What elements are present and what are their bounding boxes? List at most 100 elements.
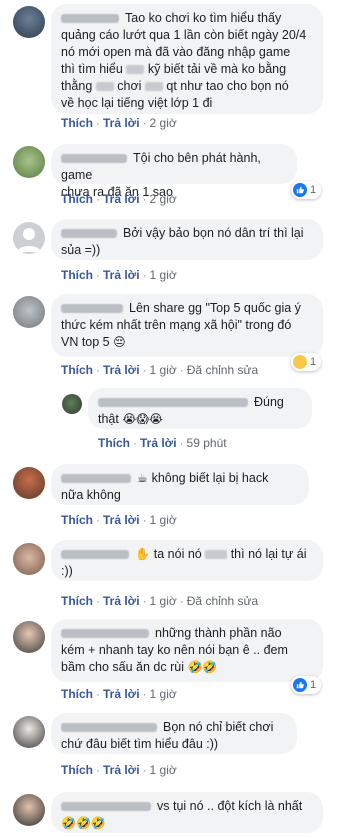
avatar[interactable] bbox=[13, 621, 45, 653]
comment-bubble: Tội cho bên phát hành, game chưa ra đã ă… bbox=[51, 144, 297, 199]
comment-text: quảng cáo lướt qua 1 lần còn biết ngày 2… bbox=[61, 28, 307, 42]
reply-link[interactable]: Trả lời bbox=[103, 687, 140, 701]
author-name[interactable] bbox=[61, 550, 129, 560]
comment-bubble: Bọn nó chỉ biết chơi chứ đâu biết tìm hi… bbox=[51, 713, 297, 754]
reply-link[interactable]: Trả lời bbox=[103, 763, 140, 777]
comment-text: qt như tao cho bọn nó bbox=[166, 79, 289, 93]
like-reaction-icon bbox=[293, 183, 307, 197]
comment-text: những thành phần não bbox=[155, 626, 282, 640]
comment-actions: Thích · Trả lời · 1 giờ bbox=[61, 513, 177, 527]
comment-text: sủa =)) bbox=[61, 243, 101, 257]
reaction-count: 1 bbox=[310, 356, 317, 368]
reply-link[interactable]: Trả lời bbox=[103, 363, 140, 377]
like-link[interactable]: Thích bbox=[61, 116, 93, 130]
comment-text: thức kém nhất trên mạng xã hội" trong đó bbox=[61, 318, 292, 332]
timestamp[interactable]: 1 giờ bbox=[150, 594, 177, 608]
comment-text: thật bbox=[98, 412, 119, 426]
comment-text: thằng bbox=[61, 79, 93, 93]
avatar[interactable] bbox=[13, 543, 45, 575]
comment-text: chơi bbox=[117, 79, 142, 93]
comment-text: Bọn nó chỉ biết chơi bbox=[163, 720, 274, 734]
like-link[interactable]: Thích bbox=[61, 687, 93, 701]
comment-bubble: ☕ không biết lại bị hack nữa không bbox=[51, 464, 309, 505]
reaction-count: 1 bbox=[310, 679, 317, 691]
avatar[interactable] bbox=[13, 716, 45, 748]
avatar[interactable] bbox=[13, 296, 45, 328]
comment-text: ta nói nó bbox=[153, 547, 202, 561]
avatar[interactable] bbox=[13, 6, 45, 38]
comment-actions: Thích · Trả lời · 2 giờ bbox=[61, 116, 177, 130]
comment-text: nó mới open mà đã vào đăng nhập game bbox=[61, 45, 291, 59]
comment-actions: Thích · Trả lời · 59 phút bbox=[98, 436, 227, 450]
hand-icon: ✋ bbox=[135, 547, 154, 561]
comment-actions: Thích · Trả lời · 1 giờ · Đã chỉnh sửa bbox=[61, 363, 259, 377]
like-reaction-icon bbox=[293, 678, 307, 692]
author-name[interactable] bbox=[61, 629, 149, 639]
reaction-summary[interactable]: 1 bbox=[291, 676, 322, 694]
author-name[interactable] bbox=[61, 154, 127, 164]
author-name[interactable] bbox=[98, 398, 248, 408]
author-name[interactable] bbox=[61, 802, 151, 812]
comment-actions: Thích · Trả lời · 1 giờ bbox=[61, 687, 177, 701]
avatar[interactable] bbox=[13, 146, 45, 178]
reply-link[interactable]: Trả lời bbox=[103, 116, 140, 130]
edited-label[interactable]: Đã chỉnh sửa bbox=[187, 363, 258, 377]
comment-text: VN top 5 bbox=[61, 335, 110, 349]
reply-link[interactable]: Trả lời bbox=[103, 513, 140, 527]
comment-text: về học lại tiếng việt lớp 1 đi bbox=[61, 96, 213, 110]
timestamp[interactable]: 2 giờ bbox=[150, 116, 177, 130]
like-link[interactable]: Thích bbox=[61, 513, 93, 527]
timestamp[interactable]: 2 giờ bbox=[150, 192, 177, 206]
avatar[interactable] bbox=[13, 467, 45, 499]
avatar[interactable] bbox=[13, 222, 45, 254]
comment-text: Bởi vậy bảo bọn nó dân trí thì lại bbox=[123, 226, 304, 240]
comment-actions: Thích · Trả lời · 1 giờ bbox=[61, 268, 177, 282]
like-link[interactable]: Thích bbox=[61, 594, 93, 608]
comment-text: Tao ko chơi ko tìm hiểu thấy bbox=[125, 11, 282, 25]
comment-actions: Thích · Trả lời · 1 giờ · Đã chỉnh sửa bbox=[61, 594, 259, 608]
comment-bubble: Đúng thật 😭😱😭 bbox=[88, 388, 312, 429]
timestamp[interactable]: 1 giờ bbox=[150, 268, 177, 282]
like-link[interactable]: Thích bbox=[98, 436, 130, 450]
redacted-text bbox=[205, 550, 228, 560]
comment-text: nữa không bbox=[61, 488, 121, 502]
comment-actions: Thích · Trả lời · 2 giờ bbox=[61, 192, 177, 206]
emoji: ☕ bbox=[137, 471, 152, 485]
like-link[interactable]: Thích bbox=[61, 192, 93, 206]
timestamp[interactable]: 1 giờ bbox=[150, 763, 177, 777]
reply-link[interactable]: Trả lời bbox=[103, 192, 140, 206]
redacted-text bbox=[95, 82, 114, 92]
comment-text: chứ đâu biết tìm hiểu đâu :)) bbox=[61, 737, 219, 751]
comment-bubble: ✋ ta nói nó thì nó lại tự ái :)) bbox=[51, 540, 323, 581]
timestamp[interactable]: 1 giờ bbox=[150, 363, 177, 377]
edited-label[interactable]: Đã chỉnh sửa bbox=[187, 594, 258, 608]
author-name[interactable] bbox=[61, 723, 157, 733]
comment-bubble: Bởi vậy bảo bọn nó dân trí thì lại sủa =… bbox=[51, 219, 323, 260]
author-name[interactable] bbox=[61, 474, 131, 484]
avatar[interactable] bbox=[62, 394, 82, 414]
like-link[interactable]: Thích bbox=[61, 363, 93, 377]
avatar[interactable] bbox=[13, 794, 45, 826]
timestamp[interactable]: 59 phút bbox=[187, 436, 227, 450]
comment-text: thì tìm hiểu bbox=[61, 62, 123, 76]
reply-link[interactable]: Trả lời bbox=[140, 436, 177, 450]
reaction-summary[interactable]: 1 bbox=[291, 353, 322, 371]
comment-text: Đúng bbox=[254, 395, 284, 409]
author-name[interactable] bbox=[61, 14, 119, 24]
author-name[interactable] bbox=[61, 304, 123, 314]
comment-bubble: những thành phần não kém + nhanh tay ko … bbox=[51, 619, 323, 682]
timestamp[interactable]: 1 giờ bbox=[150, 513, 177, 527]
reaction-summary[interactable]: 1 bbox=[291, 181, 322, 199]
emoji: 🤣🤣🤣 bbox=[61, 816, 106, 830]
comment-text: kỹ biết tải về mà ko bằng bbox=[147, 62, 287, 76]
like-link[interactable]: Thích bbox=[61, 268, 93, 282]
comment-text: Lên share gg "Top 5 quốc gia ý bbox=[129, 301, 301, 315]
emoji: 😔 bbox=[113, 335, 126, 349]
author-name[interactable] bbox=[61, 229, 117, 239]
like-link[interactable]: Thích bbox=[61, 763, 93, 777]
redacted-text bbox=[144, 82, 163, 92]
timestamp[interactable]: 1 giờ bbox=[150, 687, 177, 701]
reply-link[interactable]: Trả lời bbox=[103, 268, 140, 282]
reply-link[interactable]: Trả lời bbox=[103, 594, 140, 608]
comment-bubble: Lên share gg "Top 5 quốc gia ý thức kém … bbox=[51, 294, 323, 357]
